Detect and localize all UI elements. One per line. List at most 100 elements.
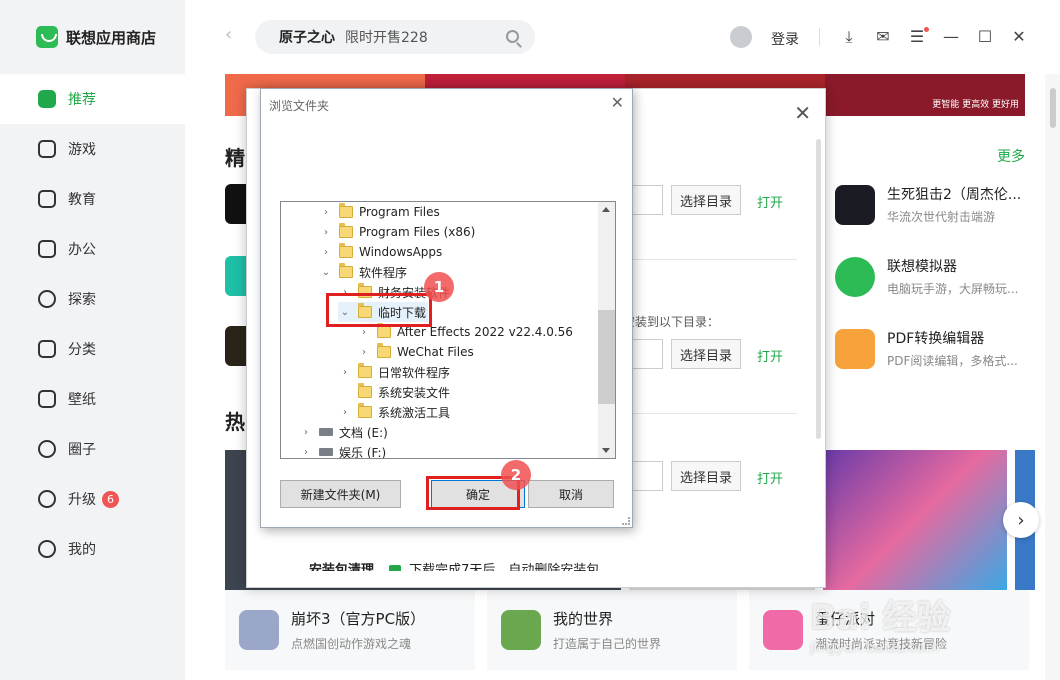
chevron-right-icon[interactable]: ›	[319, 247, 333, 258]
upgrade-count-badge: 6	[102, 490, 119, 508]
game-desc: 打造属于自己的世界	[553, 637, 662, 651]
list-item[interactable]: 崩坏3（官方PC版） 点燃国创动作游戏之魂	[225, 590, 475, 670]
tree-item-label: After Effects 2022 v22.4.0.56	[397, 325, 573, 339]
checkbox-checked-icon[interactable]	[388, 564, 401, 571]
sidebar-item-games[interactable]: 游戏	[0, 124, 185, 174]
tree-item[interactable]: › 系统激活工具	[338, 402, 450, 422]
list-item[interactable]: PDF转换编辑器 PDF阅读编辑，多格式...	[835, 328, 1018, 369]
tree-item-label: 日常软件程序	[378, 365, 451, 380]
sidebar-item-mine[interactable]: 我的	[0, 524, 185, 574]
step-number-badge: 1	[424, 272, 454, 302]
game-slide[interactable]	[823, 450, 1008, 590]
chevron-right-icon[interactable]: ›	[357, 347, 371, 358]
dialog-scrollbar[interactable]	[816, 139, 821, 439]
app-thumbnail[interactable]	[225, 256, 247, 296]
tree-item[interactable]: › 文档 (E:)	[299, 422, 388, 442]
tree-item[interactable]: › Program Files	[319, 202, 440, 222]
page-scrollbar[interactable]	[1050, 88, 1056, 128]
drive-icon	[319, 428, 333, 436]
package-cleanup-title: 安装包清理	[309, 563, 375, 571]
sidebar-item-wallpaper[interactable]: 壁纸	[0, 374, 185, 424]
login-link[interactable]: 登录	[771, 29, 799, 49]
game-desc: 点燃国创动作游戏之魂	[291, 637, 412, 651]
folder-tree[interactable]: › Program Files › Program Files (x86) › …	[280, 201, 616, 459]
toolbar-divider	[819, 28, 820, 46]
chevron-right-icon[interactable]: ›	[357, 327, 371, 338]
search-icon[interactable]	[506, 30, 519, 43]
sidebar: 联想应用商店 推荐 游戏 教育 办公 探索 分类 壁纸 圈子 升级 6 我的	[0, 0, 185, 680]
sidebar-item-recommend[interactable]: 推荐	[0, 74, 185, 124]
tree-item[interactable]: 系统安装文件	[338, 382, 450, 402]
folder-icon	[339, 223, 353, 238]
list-item[interactable]: 生死狙击2（周杰伦... 华流次世代射击端游	[835, 184, 1021, 225]
choose-directory-button[interactable]: 选择目录	[671, 461, 741, 491]
tree-item[interactable]: › Program Files (x86)	[319, 222, 475, 242]
chevron-right-icon[interactable]: ›	[338, 367, 352, 378]
sidebar-item-label: 推荐	[68, 92, 96, 108]
chevron-right-icon[interactable]: ›	[338, 407, 352, 418]
search-box[interactable]: 原子之心 限时开售228	[255, 20, 535, 54]
app-logo[interactable]: 联想应用商店	[36, 24, 156, 50]
choose-directory-button[interactable]: 选择目录	[671, 339, 741, 369]
package-cleanup-option: 下载完成7天后，自动删除安装包	[409, 563, 600, 571]
sidebar-item-education[interactable]: 教育	[0, 174, 185, 224]
chevron-right-icon[interactable]: ›	[299, 427, 313, 438]
more-link[interactable]: 更多	[997, 146, 1025, 166]
chevron-right-icon[interactable]: ›	[299, 447, 313, 458]
banner-slide[interactable]: 更智能 更高效 更好用	[825, 74, 1025, 116]
avatar[interactable]	[730, 26, 752, 48]
chevron-right-icon[interactable]: ›	[319, 207, 333, 218]
choose-directory-button[interactable]: 选择目录	[671, 185, 741, 215]
app-thumbnail	[835, 328, 875, 369]
install-path-hint: 安装到以下目录：	[623, 315, 720, 329]
maximize-icon[interactable]: ☐	[975, 27, 995, 47]
sidebar-item-label: 教育	[68, 192, 96, 208]
list-item[interactable]: 联想模拟器 电脑玩手游，大屏畅玩...	[835, 256, 1018, 297]
chevron-down-icon[interactable]: ⌄	[319, 267, 333, 278]
list-item[interactable]: 我的世界 打造属于自己的世界	[487, 590, 737, 670]
download-icon[interactable]: ⤓	[839, 27, 859, 47]
banner-caption: 更智能 更高效 更好用	[932, 100, 1019, 110]
scroll-thumb[interactable]	[598, 310, 615, 404]
tree-item[interactable]: › WindowsApps	[319, 242, 442, 262]
sidebar-item-office[interactable]: 办公	[0, 224, 185, 274]
search-hot-keyword: 原子之心	[279, 30, 335, 46]
sidebar-item-label: 分类	[68, 342, 96, 358]
sidebar-item-community[interactable]: 圈子	[0, 424, 185, 474]
chevron-right-icon[interactable]: ›	[319, 227, 333, 238]
briefcase-icon	[38, 240, 56, 258]
picture-icon	[38, 390, 56, 408]
sidebar-item-upgrade[interactable]: 升级 6	[0, 474, 185, 524]
sidebar-item-category[interactable]: 分类	[0, 324, 185, 374]
open-directory-link[interactable]: 打开	[757, 346, 783, 365]
folder-icon	[377, 343, 391, 358]
open-directory-link[interactable]: 打开	[757, 192, 783, 211]
tree-scrollbar[interactable]	[598, 202, 615, 458]
close-icon[interactable]: ✕	[1009, 27, 1029, 47]
tree-item[interactable]: › 日常软件程序	[338, 362, 450, 382]
scroll-down-arrow-icon[interactable]	[602, 448, 610, 453]
app-thumbnail[interactable]	[225, 184, 247, 224]
folder-icon	[377, 323, 391, 338]
sidebar-item-explore[interactable]: 探索	[0, 274, 185, 324]
resize-grip-icon[interactable]	[622, 517, 630, 525]
close-icon[interactable]: ✕	[611, 93, 624, 112]
app-desc: PDF阅读编辑，多格式...	[887, 354, 1018, 368]
sidebar-item-label: 游戏	[68, 142, 96, 158]
scroll-up-arrow-icon[interactable]	[602, 207, 610, 212]
tree-item[interactable]: ⌄ 软件程序	[319, 262, 407, 282]
close-icon[interactable]: ✕	[794, 101, 811, 125]
tree-item[interactable]: › 娱乐 (F:)	[299, 442, 386, 459]
minimize-icon[interactable]: —	[941, 27, 961, 47]
carousel-next-button[interactable]: ›	[1003, 502, 1039, 538]
watermark-url: jingyan.baidu.com	[810, 640, 940, 656]
folder-icon	[339, 243, 353, 258]
tree-item[interactable]: › WeChat Files	[357, 342, 474, 362]
app-thumbnail[interactable]	[225, 326, 247, 366]
open-directory-link[interactable]: 打开	[757, 468, 783, 487]
new-folder-button[interactable]: 新建文件夹(M)	[280, 480, 401, 508]
cancel-button[interactable]: 取消	[528, 480, 614, 508]
back-chevron-icon[interactable]: ‹	[225, 26, 237, 44]
package-cleanup-row: 安装包清理 下载完成7天后，自动删除安装包	[309, 559, 599, 571]
mail-icon[interactable]: ✉	[873, 27, 893, 47]
